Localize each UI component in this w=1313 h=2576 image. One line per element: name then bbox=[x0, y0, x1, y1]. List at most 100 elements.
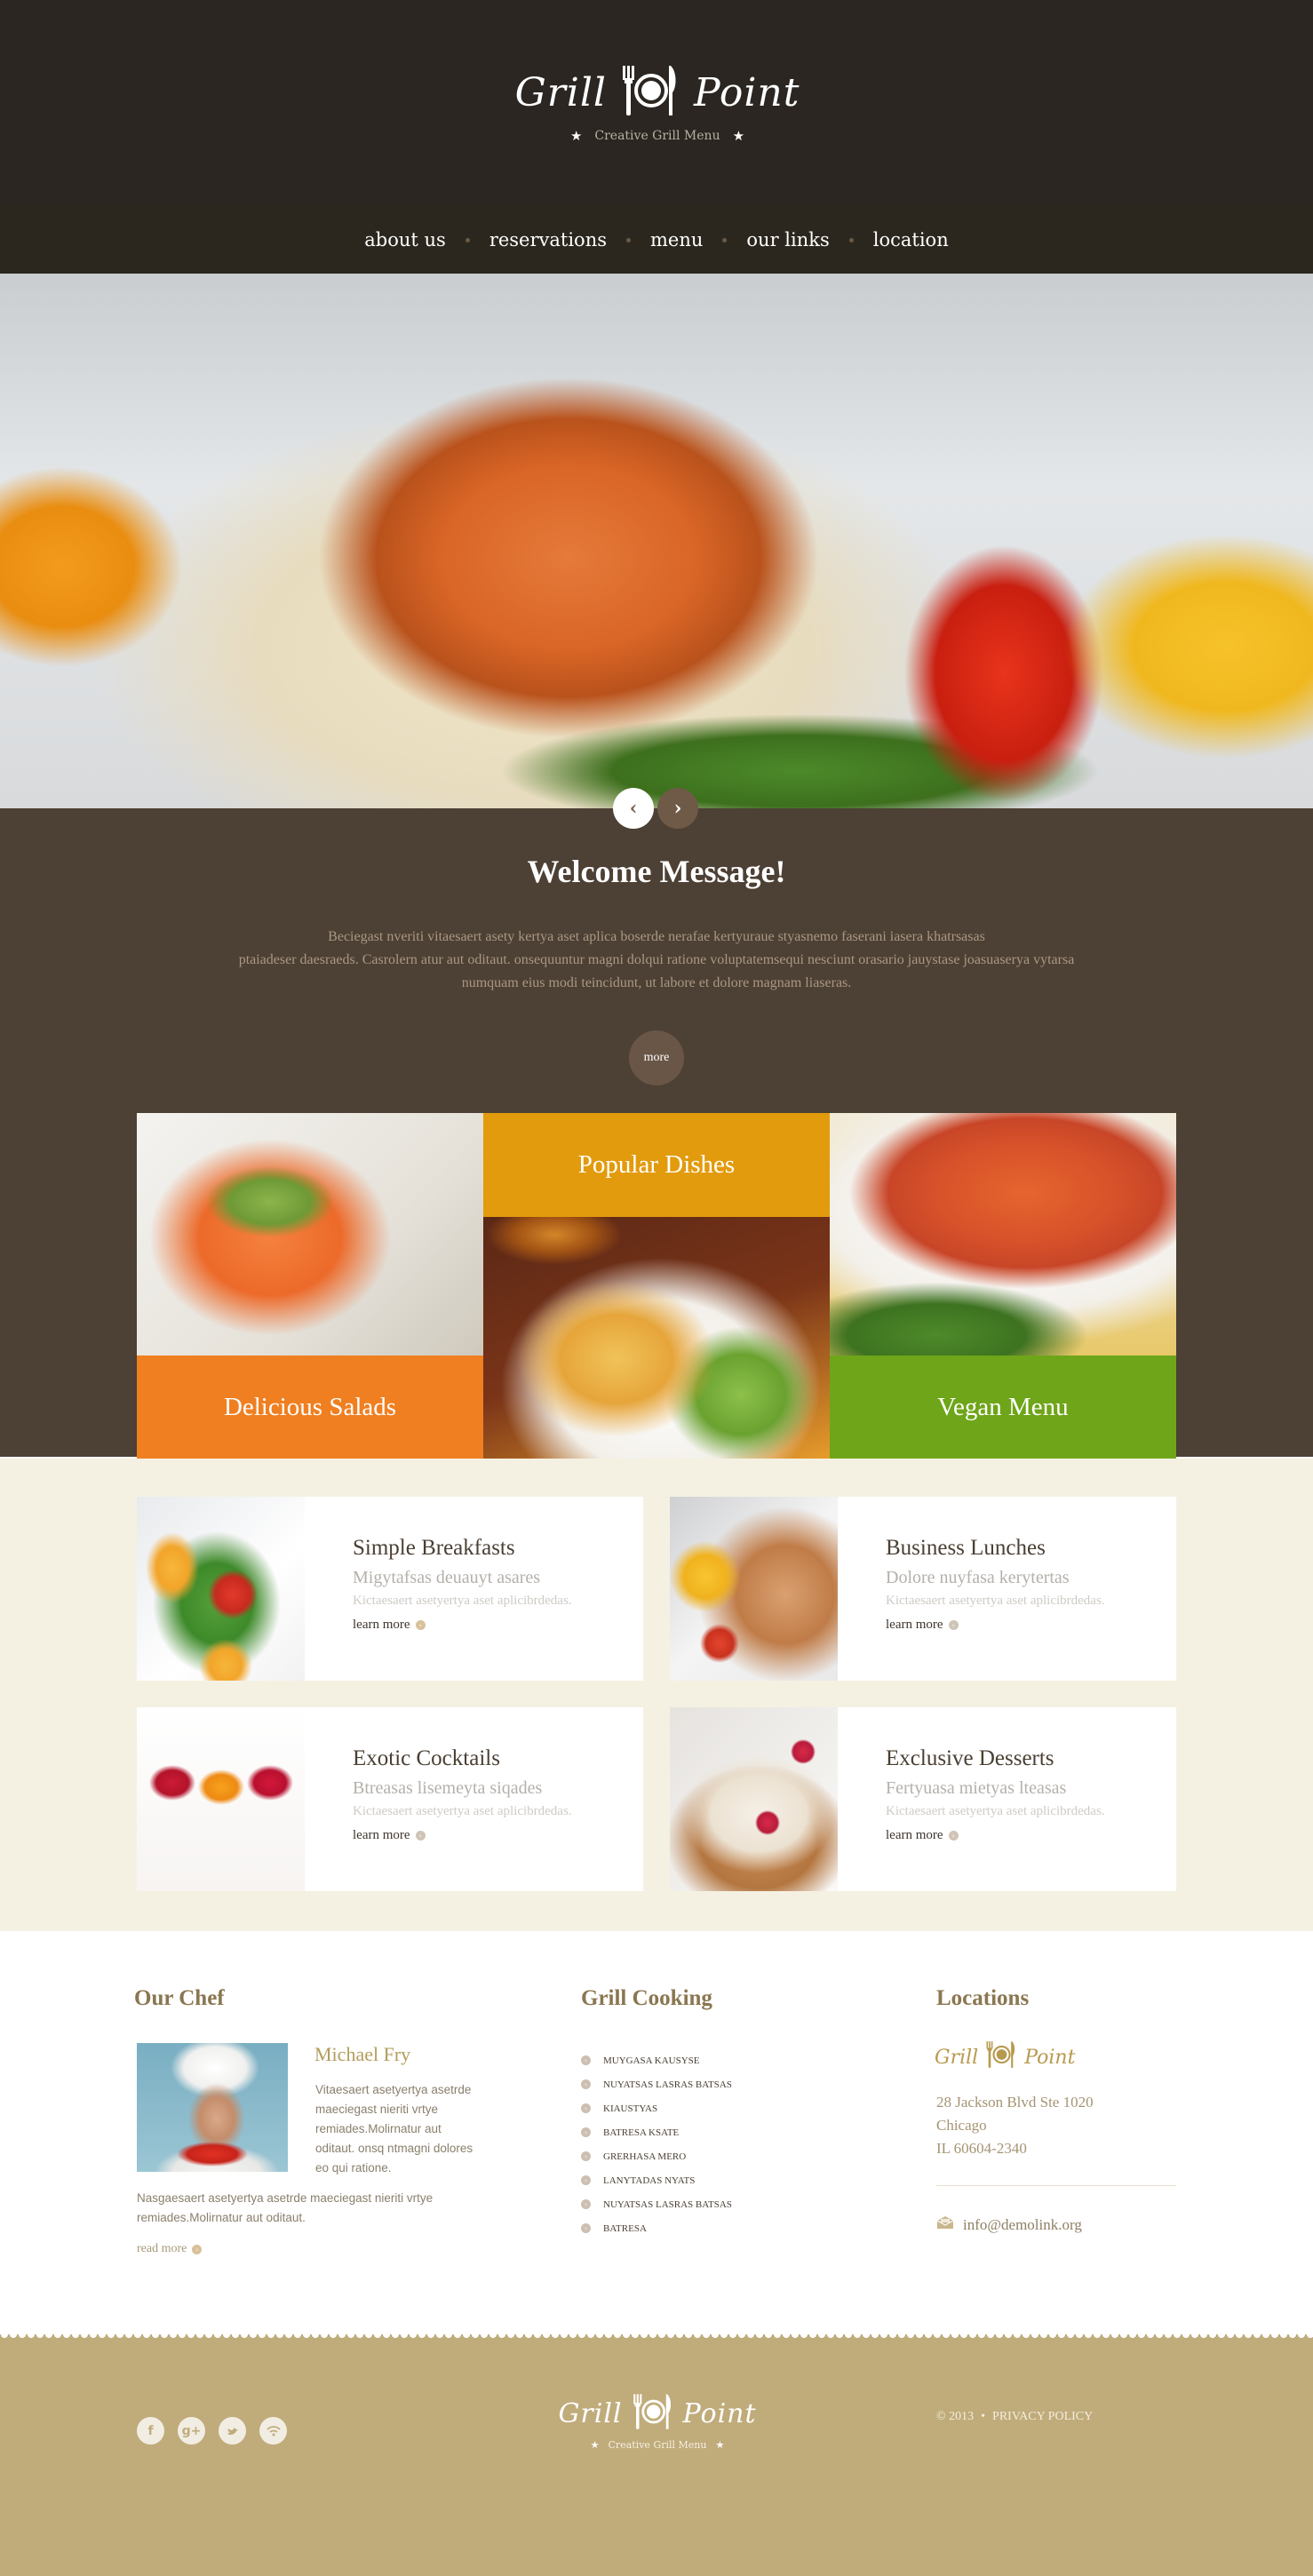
card-title[interactable]: Exotic Cocktails bbox=[353, 1746, 572, 1771]
star-icon: ★ bbox=[715, 2439, 725, 2451]
arrow-right-circle-icon: › bbox=[581, 2175, 591, 2185]
nav-item-location[interactable]: location bbox=[854, 229, 968, 250]
nav-item-our-links[interactable]: our links bbox=[727, 229, 848, 250]
list-item[interactable]: › BATRESA bbox=[581, 2216, 732, 2240]
welcome-title: Welcome Message! bbox=[527, 854, 786, 889]
feature-card-lunches[interactable]: Business Lunches Dolore nuyfasa kerytert… bbox=[670, 1497, 1176, 1681]
nav-item-about-us[interactable]: about us bbox=[345, 229, 466, 250]
email-address: info@demolink.org bbox=[963, 2215, 1082, 2233]
feature-card-cocktails[interactable]: Exotic Cocktails Btreasas lisemeyta siqa… bbox=[137, 1707, 643, 1891]
arrow-right-circle-icon: › bbox=[415, 1831, 426, 1841]
arrow-right-circle-icon: › bbox=[948, 1620, 959, 1630]
tile-popular-dishes[interactable]: Popular Dishes bbox=[483, 1113, 830, 1459]
welcome-text: Beciegast nveriti vitaesaert asety kerty… bbox=[150, 926, 1163, 995]
list-item[interactable]: › MUYGASA KAUSYSE bbox=[581, 2048, 732, 2072]
tile-label-delicious-salads[interactable]: Delicious Salads bbox=[137, 1356, 483, 1459]
logo-tagline: Creative Grill Menu bbox=[594, 129, 720, 143]
plate-fork-knife-icon bbox=[630, 2391, 676, 2436]
star-icon: ★ bbox=[590, 2439, 600, 2451]
rss-wifi-icon[interactable] bbox=[259, 2417, 287, 2445]
tile-vegan-menu[interactable]: Vegan Menu bbox=[830, 1113, 1176, 1459]
welcome-text-line: ptaiadeser daesraeds. Casrolern atur aut… bbox=[238, 952, 1075, 967]
list-item[interactable]: › NUYATSAS LASRAS BATSAS bbox=[581, 2192, 732, 2216]
feature-card-desserts[interactable]: Exclusive Desserts Fertyuasa mietyas lte… bbox=[670, 1707, 1176, 1891]
logo-tagline: Creative Grill Menu bbox=[608, 2439, 707, 2451]
main-nav: about us reservations menu our links loc… bbox=[0, 206, 1313, 274]
arrow-right-circle-icon: › bbox=[581, 2199, 591, 2209]
card-image-cocktails bbox=[137, 1707, 305, 1891]
learn-more-label: learn more bbox=[353, 1618, 410, 1632]
card-description: Kictaesaert asetyertya aset aplicibrdeda… bbox=[886, 1804, 1105, 1818]
arrow-right-circle-icon: › bbox=[415, 1620, 426, 1630]
card-title[interactable]: Business Lunches bbox=[886, 1536, 1105, 1561]
google-plus-icon[interactable]: g+ bbox=[178, 2417, 205, 2445]
list-item-label: KIAUSTYAS bbox=[603, 2103, 658, 2114]
footer-logo[interactable]: Grill Point ★ Creative Grill Menu ★ bbox=[542, 2389, 773, 2451]
scalloped-edge bbox=[0, 2334, 1313, 2340]
feature-card-breakfasts[interactable]: Simple Breakfasts Migytafsas deuauyt asa… bbox=[137, 1497, 643, 1681]
learn-more-link[interactable]: learn more › bbox=[353, 1828, 572, 1843]
facebook-icon[interactable]: f bbox=[137, 2417, 164, 2445]
read-more-link[interactable]: read more › bbox=[137, 2242, 203, 2256]
card-description: Kictaesaert asetyertya aset aplicibrdeda… bbox=[353, 1804, 572, 1818]
nav-item-reservations[interactable]: reservations bbox=[470, 229, 626, 250]
card-subtitle: Btreasas lisemeyta siqades bbox=[353, 1778, 543, 1798]
learn-more-link[interactable]: learn more › bbox=[886, 1618, 1105, 1633]
welcome-section: Welcome Message! Beciegast nveriti vitae… bbox=[0, 808, 1313, 1459]
list-item[interactable]: › BATRESA KSATE bbox=[581, 2120, 732, 2144]
welcome-text-line: numquam eius modi teincidunt, ut labore … bbox=[461, 975, 852, 990]
card-title[interactable]: Exclusive Desserts bbox=[886, 1746, 1105, 1771]
arrow-right-circle-icon: › bbox=[581, 2127, 591, 2137]
read-more-label: read more bbox=[137, 2242, 187, 2255]
logo-word-left: Grill bbox=[514, 69, 607, 115]
site-logo[interactable]: Grill Point ★ Creative Grill Menu ★ bbox=[497, 59, 817, 156]
list-item[interactable]: › NUYATSAS LASRAS BATSAS bbox=[581, 2072, 732, 2096]
card-subtitle: Migytafsas deuauyt asares bbox=[353, 1568, 541, 1587]
learn-more-link[interactable]: learn more › bbox=[353, 1618, 572, 1633]
list-item-label: BATRESA KSATE bbox=[603, 2127, 680, 2138]
tile-delicious-salads[interactable]: Delicious Salads bbox=[137, 1113, 483, 1459]
grill-cooking-list: › MUYGASA KAUSYSE › NUYATSAS LASRAS BATSAS… bbox=[581, 2048, 732, 2240]
logo-word-left: Grill bbox=[558, 2397, 623, 2429]
list-item-label: NUYATSAS LASRAS BATSAS bbox=[603, 2198, 732, 2210]
address: 28 Jackson Blvd Ste 1020 Chicago IL 6060… bbox=[936, 2091, 1094, 2160]
list-item-label: LANYTADAS NYATS bbox=[603, 2174, 696, 2186]
list-item[interactable]: › GRERHASA MERO bbox=[581, 2144, 732, 2168]
list-item[interactable]: › KIAUSTYAS bbox=[581, 2096, 732, 2120]
arrow-right-circle-icon: › bbox=[581, 2079, 591, 2089]
twitter-icon[interactable] bbox=[219, 2417, 246, 2445]
privacy-policy-link[interactable]: PRIVACY POLICY bbox=[992, 2410, 1093, 2424]
locations-logo: Grill Point bbox=[935, 2039, 1075, 2075]
list-item[interactable]: › LANYTADAS NYATS bbox=[581, 2168, 732, 2192]
card-image-breakfast bbox=[137, 1497, 305, 1681]
copyright: © 2013 • PRIVACY POLICY bbox=[936, 2410, 1093, 2424]
welcome-text-line: Beciegast nveriti vitaesaert asety kerty… bbox=[328, 929, 985, 944]
plate-fork-knife-icon bbox=[617, 62, 683, 123]
plate-fork-knife-icon bbox=[983, 2039, 1019, 2075]
learn-more-link[interactable]: learn more › bbox=[886, 1828, 1105, 1843]
tile-label-popular-dishes[interactable]: Popular Dishes bbox=[483, 1113, 830, 1217]
learn-more-label: learn more bbox=[886, 1618, 943, 1632]
list-item-label: BATRESA bbox=[603, 2222, 647, 2234]
slider-prev-button[interactable]: ‹ bbox=[613, 788, 654, 829]
more-button[interactable]: more bbox=[629, 1030, 684, 1085]
chef-name: Michael Fry bbox=[314, 2043, 411, 2065]
arrow-right-circle-icon: › bbox=[581, 2055, 591, 2065]
nav-item-menu[interactable]: menu bbox=[631, 229, 722, 250]
copyright-text: © 2013 bbox=[936, 2410, 975, 2423]
tile-label-vegan-menu[interactable]: Vegan Menu bbox=[830, 1356, 1176, 1459]
chef-bio: Vitaesaert asetyertya asetrde maeciegast… bbox=[315, 2083, 473, 2174]
list-item-label: MUYGASA KAUSYSE bbox=[603, 2055, 700, 2066]
slider-next-button[interactable]: › bbox=[657, 788, 698, 829]
card-description: Kictaesaert asetyertya aset aplicibrdeda… bbox=[886, 1594, 1105, 1608]
tile-image-salmon bbox=[137, 1113, 483, 1356]
star-icon: ★ bbox=[732, 128, 745, 144]
email-link[interactable]: info@demolink.org bbox=[936, 2215, 1082, 2234]
divider bbox=[936, 2185, 1176, 2186]
features-section: Simple Breakfasts Migytafsas deuauyt asa… bbox=[0, 1459, 1313, 1931]
address-line: Chicago bbox=[936, 2117, 987, 2134]
card-title[interactable]: Simple Breakfasts bbox=[353, 1536, 572, 1561]
arrow-right-circle-icon: › bbox=[948, 1831, 959, 1841]
logo-word-right: Point bbox=[682, 2397, 757, 2429]
card-image-lunch bbox=[670, 1497, 838, 1681]
